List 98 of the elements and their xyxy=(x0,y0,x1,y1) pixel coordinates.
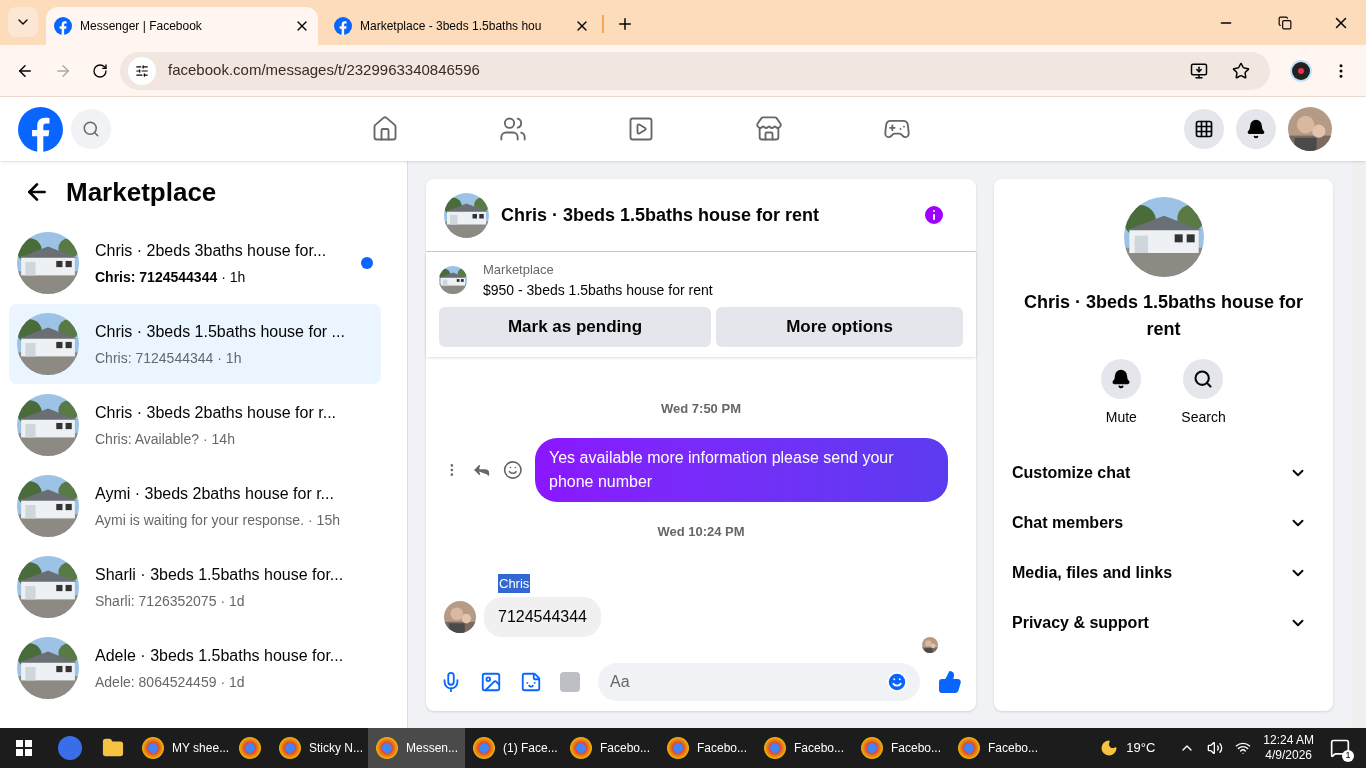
wifi-icon[interactable] xyxy=(1235,740,1252,756)
listing-action-button[interactable]: More options xyxy=(716,306,963,347)
address-bar[interactable]: facebook.com/messages/t/2329963340846596 xyxy=(120,51,1270,90)
chat-title: Chris · 3beds 1.5baths house for rent xyxy=(501,203,821,227)
conversation-item[interactable]: Chris · 2beds 3baths house for... Chris: 7124544344 · 1h xyxy=(9,223,381,303)
page-scrollbar[interactable] xyxy=(1352,161,1366,728)
sender-name: Chris xyxy=(498,573,531,593)
like-icon[interactable] xyxy=(938,670,962,694)
message-timestamp: Wed 10:24 PM xyxy=(657,523,745,541)
search-icon xyxy=(82,120,100,138)
conversation-title: Chris · 3beds 2baths house for r... xyxy=(95,402,337,423)
browser-tab[interactable]: Marketplace - 3beds 1.5baths hou xyxy=(326,7,598,45)
info-section-row[interactable]: Media, files and links xyxy=(1012,548,1315,598)
browser-tab[interactable]: Messenger | Facebook xyxy=(46,7,318,45)
taskbar-app[interactable]: Facebo... xyxy=(853,728,950,768)
facebook-logo-icon xyxy=(18,106,63,152)
facebook-logo-icon xyxy=(334,17,352,35)
message-input[interactable]: Aa xyxy=(598,663,920,701)
home-icon[interactable] xyxy=(371,115,399,143)
taskbar-app[interactable]: Facebo... xyxy=(756,728,853,768)
conversation-time: · 15h xyxy=(308,510,340,530)
url-text: facebook.com/messages/t/2329963340846596 xyxy=(168,60,481,81)
people-icon[interactable] xyxy=(499,115,527,143)
conversation-preview: Chris: 7124544344 xyxy=(95,267,218,287)
conversation-preview: Sharli: 7126352075 xyxy=(95,591,217,611)
conversation-title: Chris · 2beds 3baths house for... xyxy=(95,240,328,261)
emoji-icon[interactable] xyxy=(886,671,908,693)
folder-icon[interactable] xyxy=(102,737,124,759)
taskbar-app[interactable]: Facebo... xyxy=(562,728,659,768)
tab-list-button[interactable] xyxy=(8,7,38,37)
conversation-item[interactable]: Adele · 3beds 1.5baths house for... Adele: 8064524459 · 1d xyxy=(9,628,381,708)
notifications-button[interactable] xyxy=(1236,109,1276,149)
info-title: Chris · 3beds 1.5baths house for rent xyxy=(1022,291,1305,341)
conversation-preview: Adele: 8064524459 xyxy=(95,672,217,692)
received-message-bubble: 7124544344 xyxy=(484,597,601,637)
conversation-time: · 1h xyxy=(221,267,246,287)
grid-icon xyxy=(1194,119,1214,139)
message-timestamp: Wed 7:50 PM xyxy=(661,399,741,418)
extension-icon[interactable] xyxy=(1290,59,1312,82)
clock-time: 12:24 AM xyxy=(1263,733,1314,748)
taskbar-app[interactable]: Sticky N... xyxy=(271,728,368,768)
sticker-icon[interactable] xyxy=(520,671,542,693)
search-icon xyxy=(1193,369,1214,389)
conversation-time: · 14h xyxy=(203,429,235,449)
conversation-title: Adele · 3beds 1.5baths house for... xyxy=(95,645,345,666)
info-section-row[interactable]: Chat members xyxy=(1012,498,1315,548)
facebook-logo-icon xyxy=(54,17,72,35)
conversation-title: Chris · 3beds 1.5baths house for ... xyxy=(95,321,346,342)
tab-title: Marketplace - 3beds 1.5baths hou xyxy=(360,18,543,35)
volume-icon[interactable] xyxy=(1207,740,1224,756)
notification-count: 1 xyxy=(1342,750,1354,762)
conversation-time: · 1h xyxy=(217,348,242,368)
conversation-preview: Chris: Available? xyxy=(95,429,200,449)
conversation-preview: Aymi is waiting for your response. xyxy=(95,510,305,530)
bell-icon xyxy=(1111,369,1132,389)
info-section-row[interactable]: Customize chat xyxy=(1012,448,1315,498)
taskbar-app[interactable]: Facebo... xyxy=(950,728,1047,768)
conversation-title: Aymi · 3beds 2baths house for r... xyxy=(95,483,335,504)
video-icon[interactable] xyxy=(627,115,655,143)
listing-title: $950 - 3beds 1.5baths house for rent xyxy=(483,280,713,300)
conversation-preview: Chris: 7124544344 xyxy=(95,348,214,368)
conversation-time: · 1d xyxy=(220,672,245,692)
reload-icon[interactable] xyxy=(92,62,108,79)
sent-message-bubble: Yes available more information please send your phone number xyxy=(535,438,948,502)
app-icon[interactable] xyxy=(58,736,82,760)
conversation-title: Sharli · 3beds 1.5baths house for... xyxy=(95,564,345,585)
weather-moon-icon xyxy=(1100,739,1119,757)
taskbar-app[interactable]: (1) Face... xyxy=(465,728,562,768)
profile-button[interactable] xyxy=(1288,107,1332,151)
conversation-time: · 1d xyxy=(220,591,245,611)
store-icon[interactable] xyxy=(755,115,783,143)
taskbar-app[interactable]: Facebo... xyxy=(659,728,756,768)
info-section-row[interactable]: Privacy & support xyxy=(1012,598,1315,648)
conversation-item[interactable]: Sharli · 3beds 1.5baths house for... Sharli: 7126352075 · 1d xyxy=(9,547,381,627)
listing-label: Marketplace xyxy=(483,261,555,279)
conversation-item[interactable]: Chris · 3beds 1.5baths house for ... Chris: 7124544344 · 1h xyxy=(9,304,381,384)
conversation-item[interactable]: Aymi · 3beds 2baths house for r... Aymi is waiting for your response. · 15h xyxy=(9,466,381,546)
restore-icon[interactable] xyxy=(1278,16,1292,30)
taskbar-app[interactable]: Messen... xyxy=(368,728,465,768)
tab-title: Messenger | Facebook xyxy=(80,18,203,35)
clock-date: 4/9/2026 xyxy=(1265,748,1312,763)
site-settings-icon[interactable] xyxy=(135,63,149,78)
bookmark-star-icon[interactable] xyxy=(1232,61,1250,80)
reaction-icon[interactable] xyxy=(503,460,523,480)
photo-icon[interactable] xyxy=(480,671,502,693)
sidebar-title: Marketplace xyxy=(66,175,217,209)
listing-action-button[interactable]: Mark as pending xyxy=(439,306,711,347)
info-icon[interactable] xyxy=(922,203,946,227)
new-tab-icon[interactable] xyxy=(616,15,634,33)
bell-icon xyxy=(1246,119,1266,139)
message-field[interactable]: Aa xyxy=(610,670,886,694)
search-button[interactable] xyxy=(71,109,111,149)
taskbar-app[interactable]: MY shee... xyxy=(134,728,231,768)
weather-temperature: 19°C xyxy=(1126,739,1156,758)
install-icon[interactable] xyxy=(1190,61,1208,80)
conversation-item[interactable]: Chris · 3beds 2baths house for r... Chris: Available? · 14h xyxy=(9,385,381,465)
windows-logo-icon[interactable] xyxy=(16,740,32,756)
menu-button[interactable] xyxy=(1184,109,1224,149)
